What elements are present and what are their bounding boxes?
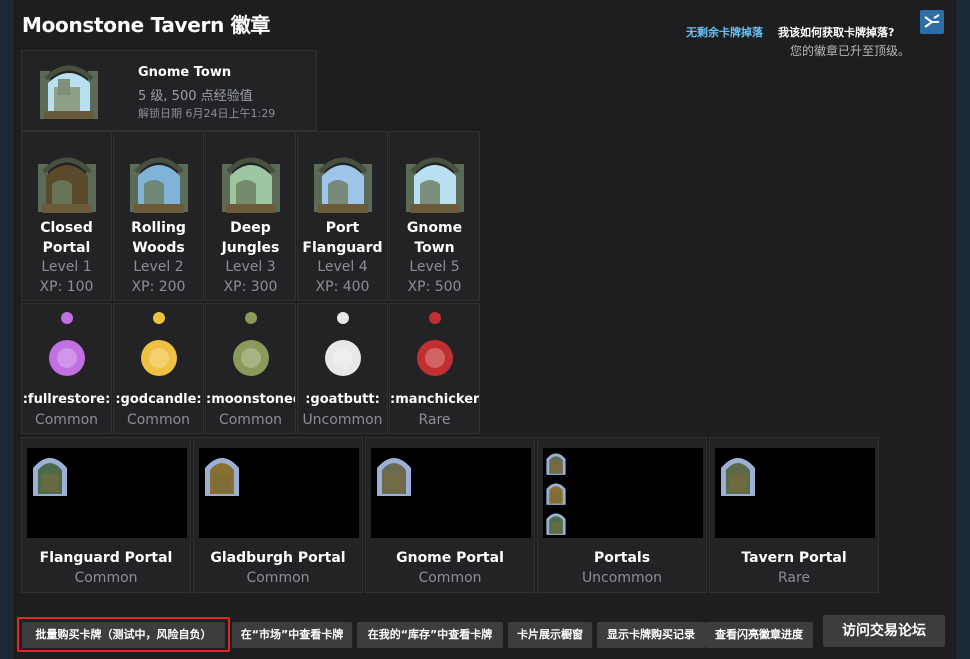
view-in-inventory-button[interactable]: 在我的“库存”中查看卡牌 xyxy=(357,622,503,648)
trading-card[interactable]: Flanguard Portal Common xyxy=(21,437,191,593)
level-badge: Closed Portal Level 1 XP: 100 xyxy=(21,131,112,301)
portal-icon xyxy=(31,452,69,498)
level-badge-level: Level 1 xyxy=(41,259,92,275)
steam-help-icon[interactable] xyxy=(920,10,944,34)
trade-forum-button[interactable]: 访问交易论坛 xyxy=(823,615,945,647)
emoticon-name: :manchicken: xyxy=(390,392,479,407)
no-drops-link[interactable]: 无剩余卡牌掉落 xyxy=(686,24,763,40)
emoticon-large-icon xyxy=(411,334,459,382)
card-name: Gladburgh Portal xyxy=(210,550,346,566)
portal-icon xyxy=(375,452,413,498)
emoticon-small-icon xyxy=(427,310,443,326)
purchase-history-button[interactable]: 显示卡牌购买记录 xyxy=(597,622,705,648)
portal-icon xyxy=(222,154,280,214)
card-name: Flanguard Portal xyxy=(39,550,173,566)
portal-icon xyxy=(545,480,567,506)
emoticon-name: :moonstoned: xyxy=(206,392,295,407)
level-badge-name: Gnome Town xyxy=(406,220,463,256)
gnome-town-badge-icon xyxy=(40,65,98,119)
emoticon-item[interactable]: :fullrestore: Common xyxy=(21,303,112,434)
portal-icon xyxy=(406,154,464,214)
level-badge-level: Level 3 xyxy=(225,259,276,275)
portal-icon xyxy=(38,154,96,214)
card-name: Tavern Portal xyxy=(741,550,847,566)
card-rarity: Common xyxy=(74,570,138,586)
level-badge-xp: XP: 500 xyxy=(407,279,462,295)
card-name: Portals xyxy=(593,550,651,566)
emoticon-item[interactable]: :moonstoned: Common xyxy=(205,303,296,434)
emoticon-name: :goatbutt: xyxy=(305,392,380,407)
level-badge-xp: XP: 400 xyxy=(315,279,370,295)
emoticon-large-icon xyxy=(135,334,183,382)
emoticon-name: :fullrestore: xyxy=(22,392,111,407)
card-image xyxy=(199,448,359,538)
emoticon-item[interactable]: :manchicken: Rare xyxy=(389,303,480,434)
emoticon-small-icon xyxy=(335,310,351,326)
showcase-button[interactable]: 卡片展示橱窗 xyxy=(508,622,592,648)
card-name: Gnome Portal xyxy=(396,550,504,566)
level-badge: Deep Jungles Level 3 XP: 300 xyxy=(205,131,296,301)
level-badge-name: Closed Portal xyxy=(40,220,93,256)
level-badge-name: Rolling Woods xyxy=(131,220,186,256)
level-badge-level: Level 4 xyxy=(317,259,368,275)
portal-icon xyxy=(545,450,567,476)
current-badge-level: 5 级, 500 点经验值 xyxy=(138,89,253,104)
portal-icon xyxy=(203,452,241,498)
portal-icon xyxy=(719,452,757,498)
emoticon-small-icon xyxy=(151,310,167,326)
level-badge: Rolling Woods Level 2 XP: 200 xyxy=(113,131,204,301)
level-badge-name: Deep Jungles xyxy=(221,220,280,256)
level-badge-xp: XP: 100 xyxy=(39,279,94,295)
level-badge-level: Level 5 xyxy=(409,259,460,275)
emoticon-rarity: Rare xyxy=(418,412,451,428)
card-image xyxy=(543,448,703,538)
emoticon-small-icon xyxy=(243,310,259,326)
max-level-notice: 您的徽章已升至顶级。 xyxy=(790,44,911,58)
card-image xyxy=(371,448,531,538)
card-rarity: Uncommon xyxy=(581,570,663,586)
how-to-get-drops-link[interactable]: 我该如何获取卡牌掉落? xyxy=(778,24,894,40)
portal-icon xyxy=(130,154,188,214)
trading-card[interactable]: Portals Uncommon xyxy=(537,437,707,593)
emoticon-rarity: Common xyxy=(34,412,99,428)
emoticon-rarity: Uncommon xyxy=(302,412,383,428)
emoticon-name: :godcandle: xyxy=(115,392,202,407)
current-badge-name: Gnome Town xyxy=(138,65,232,80)
page-title: Moonstone Tavern 徽章 xyxy=(22,13,271,37)
level-badge: Port Flanguard Level 4 XP: 400 xyxy=(297,131,388,301)
emoticon-item[interactable]: :godcandle: Common xyxy=(113,303,204,434)
portal-icon xyxy=(545,510,567,536)
level-badge-name: Port Flanguard xyxy=(302,220,383,256)
badge-header: Moonstone Tavern 徽章 无剩余卡牌掉落 我该如何获取卡牌掉落? xyxy=(12,6,958,40)
emoticon-large-icon xyxy=(319,334,367,382)
emoticon-item[interactable]: :goatbutt: Uncommon xyxy=(297,303,388,434)
portal-icon xyxy=(314,154,372,214)
emoticon-small-icon xyxy=(59,310,75,326)
card-rarity: Common xyxy=(418,570,482,586)
level-badge-xp: XP: 300 xyxy=(223,279,278,295)
emoticon-large-icon xyxy=(43,334,91,382)
level-badge-xp: XP: 200 xyxy=(131,279,186,295)
card-rarity: Rare xyxy=(777,570,811,586)
level-badge-level: Level 2 xyxy=(133,259,184,275)
current-badge-unlock-date: 解锁日期 6月24日上午1:29 xyxy=(138,107,276,120)
trading-card[interactable]: Gladburgh Portal Common xyxy=(193,437,363,593)
highlight-box xyxy=(17,617,230,652)
view-in-market-button[interactable]: 在“市场”中查看卡牌 xyxy=(232,622,352,648)
level-badge: Gnome Town Level 5 XP: 500 xyxy=(389,131,480,301)
emoticon-rarity: Common xyxy=(126,412,191,428)
current-badge: Gnome Town 5 级, 500 点经验值 解锁日期 6月24日上午1:2… xyxy=(21,50,317,131)
foil-badge-progress-button[interactable]: 查看闪亮徽章进度 xyxy=(705,622,813,648)
trading-card[interactable]: Gnome Portal Common xyxy=(365,437,535,593)
card-image xyxy=(27,448,187,538)
card-image xyxy=(715,448,875,538)
emoticon-rarity: Common xyxy=(218,412,283,428)
trading-card[interactable]: Tavern Portal Rare xyxy=(709,437,879,593)
card-rarity: Common xyxy=(246,570,310,586)
emoticon-large-icon xyxy=(227,334,275,382)
